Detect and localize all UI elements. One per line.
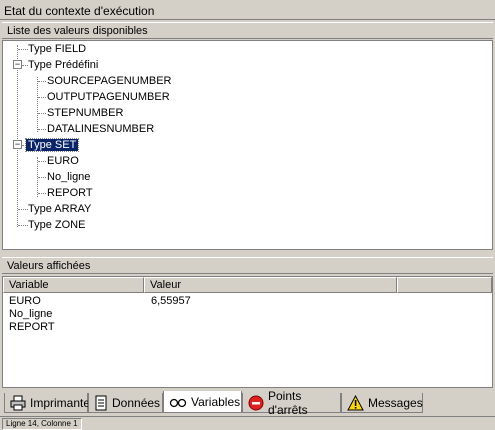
values-list[interactable]: Variable Valeur EURO 6,55957 No_ligne RE… [2, 276, 493, 388]
printer-icon [10, 395, 26, 410]
tree-item-label: Type ARRAY [28, 203, 92, 215]
values-section-title: Valeurs affichées [7, 260, 91, 272]
tree-item-label: No_ligne [47, 171, 91, 183]
tree-connector [37, 77, 38, 132]
tree-item-label: Type Prédéfini [28, 59, 99, 71]
panel-splitter[interactable] [2, 251, 493, 255]
tab-label: Données [112, 395, 161, 410]
values-section-header: Valeurs affichées [2, 257, 493, 274]
table-cell-variable[interactable]: No_ligne [9, 308, 52, 321]
tree-connector [38, 97, 46, 98]
tab-imprimante[interactable]: Imprimante [4, 393, 91, 413]
glasses-icon [169, 398, 187, 407]
tree-connector [17, 45, 18, 227]
tab-messages[interactable]: Messages [341, 393, 423, 413]
tree-item-label: SOURCEPAGENUMBER [47, 75, 172, 87]
tree-item-label: Type FIELD [28, 43, 87, 55]
status-bar: Ligne 14, Colonne 1 [0, 416, 495, 430]
tab-points-arrets[interactable]: Points d'arrêts [242, 389, 341, 417]
column-header-empty[interactable] [397, 277, 492, 293]
tree-connector [18, 209, 28, 210]
tree-item-type-array[interactable]: Type ARRAY [28, 202, 91, 217]
table-cell-value[interactable]: 6,55957 [151, 295, 191, 308]
tab-label: Imprimante [30, 395, 91, 410]
bottom-tabs: Imprimante Données Variables Points d'ar… [0, 389, 495, 417]
tree-connector [18, 49, 28, 50]
values-tree[interactable]: − − Type FIELD Type Prédéfini SOURCEPAGE… [2, 40, 493, 250]
tree-item-label: DATALINESNUMBER [47, 123, 155, 135]
tree-item-type-predefini[interactable]: Type Prédéfini [28, 58, 98, 73]
column-header-valeur[interactable]: Valeur [144, 277, 397, 293]
tree-item-label: REPORT [47, 187, 93, 199]
table-cell-variable[interactable]: EURO [9, 295, 41, 308]
tab-label: Variables [191, 394, 241, 409]
tree-item-sourcepagenumber[interactable]: SOURCEPAGENUMBER [47, 74, 171, 89]
tree-item-type-set[interactable]: Type SET [24, 138, 80, 153]
tree-item-label: Type ZONE [28, 219, 86, 231]
tree-connector [38, 113, 46, 114]
tree-item-label: EURO [47, 155, 79, 167]
tree-connector [38, 81, 46, 82]
tree-section-title: Liste des valeurs disponibles [7, 25, 148, 37]
tree-item-type-field[interactable]: Type FIELD [28, 42, 86, 57]
stop-icon [248, 395, 264, 410]
document-icon [95, 395, 107, 410]
tree-item-label: STEPNUMBER [47, 107, 124, 119]
tab-donnees[interactable]: Données [88, 393, 163, 413]
tree-connector [38, 161, 46, 162]
tab-label: Points d'arrêts [268, 388, 308, 417]
tree-connector [38, 193, 46, 194]
tree-item-label: Type SET [24, 138, 80, 152]
collapse-icon[interactable]: − [13, 60, 22, 69]
tree-connector [18, 225, 28, 226]
tree-item-outputpagenumber[interactable]: OUTPUTPAGENUMBER [47, 90, 170, 105]
tree-item-datalinesnumber[interactable]: DATALINESNUMBER [47, 122, 154, 137]
warning-icon [347, 394, 364, 410]
panel-title-bar: Etat du contexte d'exécution [0, 0, 495, 20]
tree-connector [38, 177, 46, 178]
tree-item-report[interactable]: REPORT [47, 186, 93, 201]
collapse-icon[interactable]: − [13, 140, 22, 149]
tree-item-no-ligne[interactable]: No_ligne [47, 170, 90, 185]
tree-item-stepnumber[interactable]: STEPNUMBER [47, 106, 123, 121]
panel-title: Etat du contexte d'exécution [4, 4, 155, 18]
tree-item-type-zone[interactable]: Type ZONE [28, 218, 85, 233]
tab-label: Messages [368, 395, 423, 410]
tree-connector [38, 129, 46, 130]
tree-section-header: Liste des valeurs disponibles [2, 22, 493, 39]
column-header-variable[interactable]: Variable [3, 277, 144, 293]
table-cell-variable[interactable]: REPORT [9, 321, 55, 334]
tab-variables[interactable]: Variables [163, 391, 242, 413]
tree-item-euro[interactable]: EURO [47, 154, 79, 169]
tree-item-label: OUTPUTPAGENUMBER [47, 91, 170, 103]
cursor-position: Ligne 14, Colonne 1 [2, 418, 82, 430]
